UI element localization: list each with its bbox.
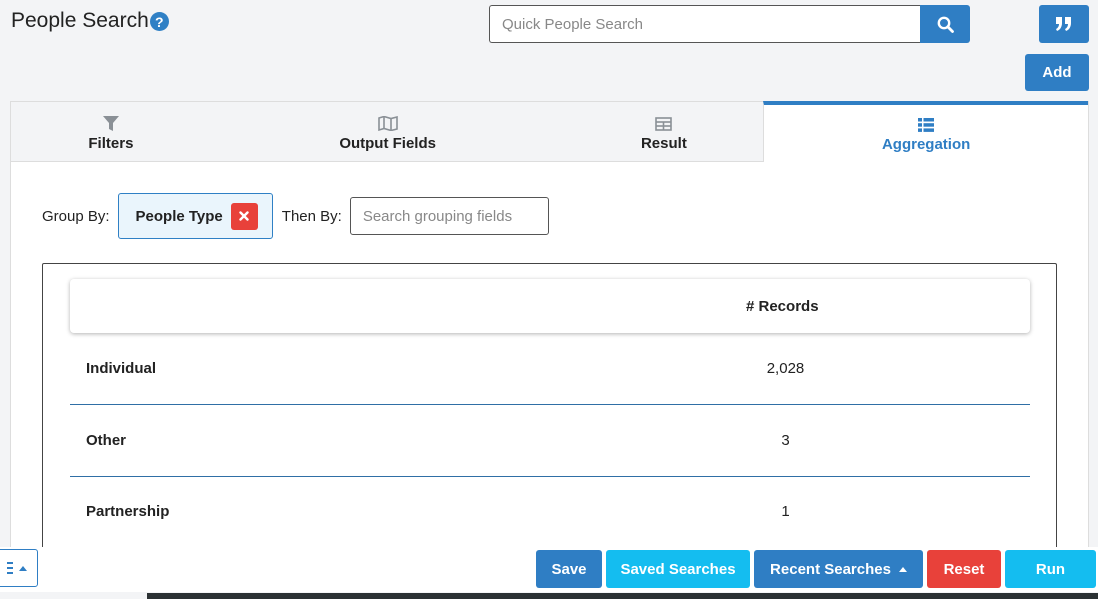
search-panel: Filters Output Fields Result Aggregation… [10,101,1089,583]
group-chip-label: People Type [135,207,223,225]
run-button[interactable]: Run [1005,550,1096,588]
group-by-label: Group By: [42,207,110,225]
quote-button[interactable] [1039,5,1089,43]
reset-button[interactable]: Reset [927,550,1001,588]
tab-label: Filters [88,135,134,152]
add-button[interactable]: Add [1025,54,1089,91]
then-by-label: Then By: [281,207,342,225]
records-column-header[interactable]: # Records [746,298,819,315]
taskbar-strip [147,593,1098,599]
recent-searches-button[interactable]: Recent Searches [754,550,923,588]
tab-filters[interactable]: Filters [11,102,211,162]
search-button[interactable] [920,5,970,43]
menu-toggle-button[interactable] [0,549,38,587]
save-button[interactable]: Save [536,550,602,588]
aggregation-results: # Records Individual 2,028 Other 3 Partn… [42,263,1057,583]
quick-search [489,5,970,43]
group-chip: People Type [117,193,273,239]
page-title-text: People Search [11,9,149,32]
table-row[interactable]: Partnership 1 [70,476,1030,548]
tab-label: Output Fields [339,135,436,152]
quote-icon [1056,17,1071,31]
tab-aggregation[interactable]: Aggregation [763,101,1088,162]
map-icon [377,116,398,131]
search-icon [937,16,954,33]
row-count: 2,028 [766,360,805,377]
close-icon [239,211,249,221]
row-count: 1 [781,503,790,520]
recent-searches-label: Recent Searches [770,560,891,578]
records-header: # Records [70,279,1030,333]
saved-searches-button[interactable]: Saved Searches [606,550,750,588]
action-footer: Save Saved Searches Recent Searches Rese… [0,547,1098,592]
tab-bar: Filters Output Fields Result Aggregation [11,101,1088,162]
table-row[interactable]: Other 3 [70,405,1030,477]
quick-search-input[interactable] [489,5,920,43]
row-count: 3 [781,432,790,449]
tab-label: Result [640,135,687,152]
then-by-input[interactable] [349,197,549,235]
page-title: People Search ? [11,9,169,33]
filter-icon [102,116,119,131]
remove-group-button[interactable] [230,202,258,230]
tab-output-fields[interactable]: Output Fields [210,102,565,162]
table-icon [655,117,673,131]
caret-up-icon [19,565,27,571]
menu-icon [7,562,13,574]
tab-label: Aggregation [881,136,971,153]
tab-result[interactable]: Result [564,102,764,162]
caret-up-icon [898,566,907,572]
grouping-row: Group By: People Type Then By: [42,193,549,239]
list-icon [918,118,935,132]
table-row[interactable]: Individual 2,028 [70,333,1030,405]
help-icon[interactable]: ? [149,12,169,31]
